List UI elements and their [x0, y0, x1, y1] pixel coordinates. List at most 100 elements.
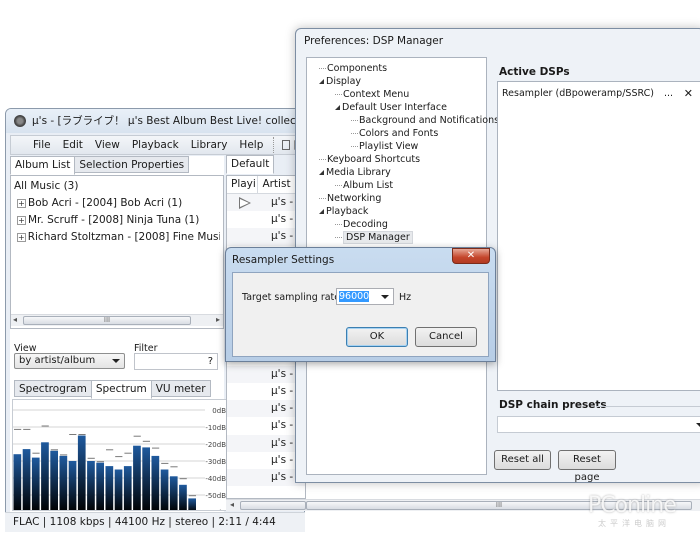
pref-tree-item[interactable]: Background and Notifications: [351, 114, 499, 127]
tab-spectrogram[interactable]: Spectrogram: [14, 380, 92, 397]
playing-cell: [227, 211, 267, 228]
playlist-row[interactable]: μ's -: [227, 400, 305, 418]
playlist-row[interactable]: μ's -: [227, 383, 305, 400]
collapse-icon[interactable]: [319, 79, 324, 84]
main-window-title: μ's - [ラブライブ！ μ's Best Album Best Live! …: [32, 115, 304, 127]
reset-page-button[interactable]: Reset page: [558, 450, 616, 483]
tab-vu-meter[interactable]: VU meter: [150, 380, 211, 397]
playing-cell: [227, 366, 267, 383]
view-select-value: by artist/album: [19, 355, 96, 366]
menu-bar: File Edit View Playback Library Help: [10, 135, 304, 155]
watermark-logo: PConline: [588, 493, 677, 518]
scroll-left-icon[interactable]: ◂: [13, 315, 17, 324]
pref-tree-item[interactable]: Playlist View: [351, 140, 418, 153]
expand-icon[interactable]: +: [17, 199, 26, 208]
tree-item[interactable]: + Mr. Scruff - [2008] Ninja Tuna (1): [14, 212, 220, 229]
pref-tree-label: Components: [327, 63, 388, 74]
reset-all-button[interactable]: Reset all: [494, 450, 551, 470]
tab-selection-properties[interactable]: Selection Properties: [74, 156, 190, 173]
playlist-row[interactable]: μ's -: [227, 365, 305, 384]
pref-tree-label: DSP Manager: [343, 231, 413, 244]
playlist-row[interactable]: μ's -: [227, 434, 305, 452]
pref-tree-item[interactable]: Keyboard Shortcuts: [319, 153, 420, 166]
spectrum-bar: [87, 461, 95, 510]
playlist-row[interactable]: μ's -: [227, 211, 305, 228]
album-list-tree: All Music (3) + Bob Acri - [2004] Bob Ac…: [10, 175, 224, 329]
cancel-button[interactable]: Cancel: [415, 327, 477, 347]
expand-icon[interactable]: +: [17, 233, 26, 242]
pref-tree-item[interactable]: Networking: [319, 192, 381, 205]
playlist-row[interactable]: μ's -: [227, 228, 305, 246]
menu-file[interactable]: File: [27, 136, 57, 154]
pref-tree-item[interactable]: Components: [319, 62, 387, 75]
close-icon[interactable]: ✕: [684, 87, 693, 101]
dsp-configure-button[interactable]: ...: [664, 87, 673, 101]
spectrum-bar: [31, 457, 40, 510]
view-select[interactable]: by artist/album: [14, 353, 125, 369]
y-tick-label: -30dB: [205, 458, 226, 466]
playing-cell: [227, 469, 267, 486]
close-icon[interactable]: ✕: [452, 248, 490, 264]
scroll-left-icon[interactable]: ◂: [230, 500, 234, 509]
stop-icon[interactable]: [282, 140, 290, 150]
tree-item[interactable]: + Richard Stoltzman - [2008] Fine Music,…: [14, 229, 220, 246]
playing-cell: [227, 228, 267, 245]
dialog-title: Resampler Settings: [232, 254, 335, 266]
pref-tree-label: Colors and Fonts: [359, 128, 439, 139]
collapse-icon[interactable]: [319, 209, 324, 214]
scroll-right-icon[interactable]: ▸: [216, 315, 220, 324]
playlist-row[interactable]: μ's -: [227, 452, 305, 469]
pref-tree-item[interactable]: Playback: [319, 205, 368, 218]
collapse-icon[interactable]: [335, 105, 340, 110]
spectrum-bar: [123, 466, 132, 510]
spectrum-bar: [22, 449, 31, 510]
playlist-hscrollbar[interactable]: ◂: [226, 499, 306, 511]
pref-tree-item[interactable]: Display: [319, 75, 361, 88]
playlist-tabs: Default: [226, 155, 275, 174]
album-list-hscrollbar[interactable]: ◂ III ▸: [11, 314, 223, 326]
filter-input[interactable]: ?: [134, 353, 218, 370]
tree-item[interactable]: + Bob Acri - [2004] Bob Acri (1): [14, 195, 220, 212]
spectrum-bar: [169, 476, 178, 510]
filter-help-icon[interactable]: ?: [208, 356, 213, 367]
pref-tree-item[interactable]: Context Menu: [335, 88, 409, 101]
dialog-body: Target sampling rate: 96000 Hz OK Cancel: [232, 272, 489, 357]
expand-icon[interactable]: +: [17, 216, 26, 225]
spectrum-bar: [13, 454, 22, 510]
tab-playlist-default[interactable]: Default: [226, 155, 275, 174]
dsp-presets-select[interactable]: [497, 416, 700, 433]
menu-edit[interactable]: Edit: [57, 136, 89, 154]
tab-album-list[interactable]: Album List: [10, 156, 76, 175]
resampler-settings-dialog: Resampler Settings ✕ Target sampling rat…: [225, 247, 496, 362]
tree-root[interactable]: All Music (3): [14, 178, 220, 195]
active-dsp-item[interactable]: Resampler (dBpoweramp/SSRC) ... ✕: [502, 87, 697, 101]
menu-library[interactable]: Library: [185, 136, 234, 154]
pref-tree-item[interactable]: Decoding: [335, 218, 388, 231]
chevron-down-icon[interactable]: [381, 295, 389, 299]
collapse-icon[interactable]: [319, 170, 324, 175]
pref-tree-item[interactable]: DSP Manager: [335, 231, 413, 244]
menu-help[interactable]: Help: [233, 136, 269, 154]
artist-cell: μ's -: [271, 436, 294, 449]
spectrum-bar: [188, 498, 196, 510]
pref-tree-item[interactable]: Album List: [335, 179, 393, 192]
tab-spectrum[interactable]: Spectrum: [90, 380, 152, 399]
playlist-row[interactable]: μ's -: [227, 194, 305, 212]
playlist-row[interactable]: μ's -: [227, 469, 305, 487]
spectrum-bar: [114, 469, 123, 510]
unit-label: Hz: [399, 292, 412, 303]
spectrum-bar: [179, 484, 187, 510]
playlist-row[interactable]: μ's -: [227, 417, 305, 434]
pref-tree-label: Default User Interface: [342, 102, 447, 113]
pref-tree-item[interactable]: Colors and Fonts: [351, 127, 438, 140]
scroll-thumb[interactable]: III: [23, 316, 191, 325]
scroll-thumb[interactable]: [240, 501, 306, 510]
spectrum-bar: [105, 466, 114, 510]
menu-playback[interactable]: Playback: [126, 136, 185, 154]
pref-tree-item[interactable]: Media Library: [319, 166, 391, 179]
menu-view[interactable]: View: [89, 136, 126, 154]
ok-button[interactable]: OK: [346, 327, 408, 347]
column-playing[interactable]: Playi...: [227, 176, 259, 193]
sampling-rate-combobox[interactable]: 96000: [336, 288, 394, 305]
pref-tree-item[interactable]: Default User Interface: [335, 101, 447, 114]
